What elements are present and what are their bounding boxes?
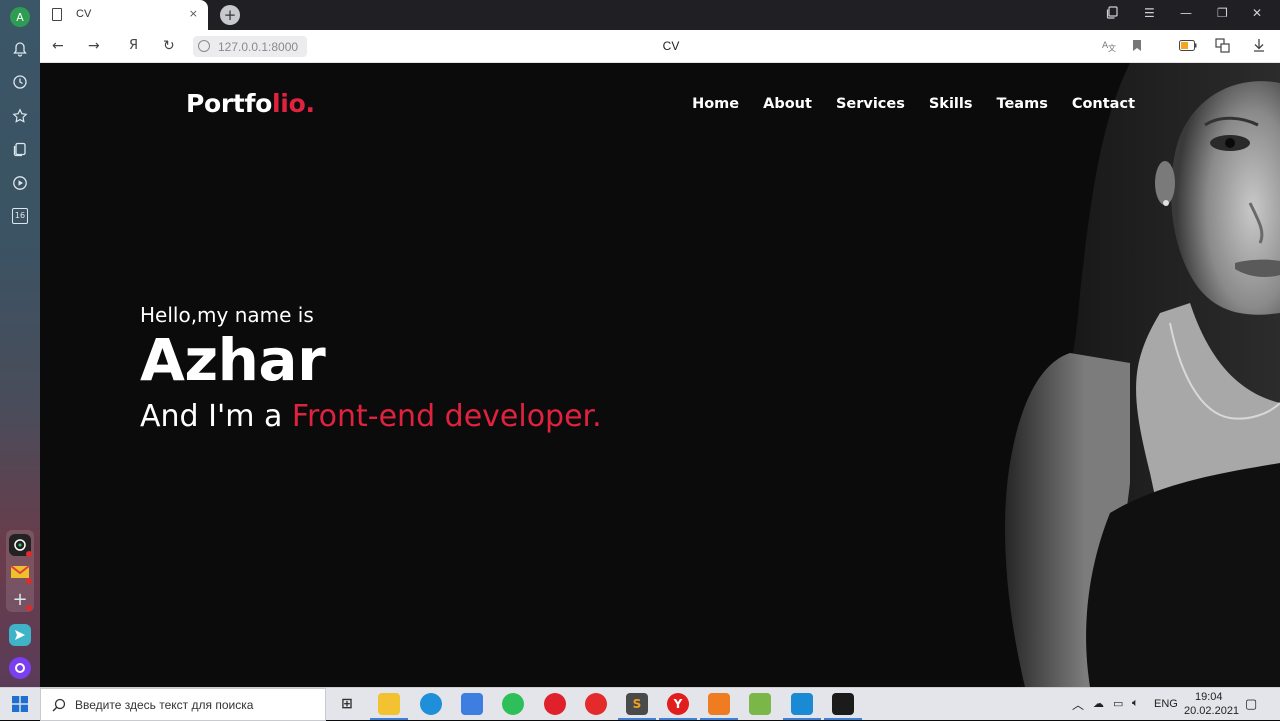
xampp-icon[interactable] xyxy=(708,693,730,715)
vscode-icon[interactable] xyxy=(791,693,813,715)
tab-title: CV xyxy=(76,8,92,20)
hero-greeting: Hello,my name is xyxy=(140,303,314,327)
svg-text:文: 文 xyxy=(1108,43,1116,52)
collections-icon[interactable] xyxy=(8,137,32,161)
tab-cv[interactable]: CV × xyxy=(40,0,208,30)
tray-chevron-icon[interactable]: ︿ xyxy=(1072,696,1084,713)
hero-name: Azhar xyxy=(140,326,326,394)
downloads-icon[interactable] xyxy=(1253,38,1265,55)
restore-icon[interactable]: ❐ xyxy=(1217,6,1228,20)
hero-section: Hello,my name is Azhar And I'm a Front-e… xyxy=(140,303,602,434)
windows-taskbar: Введите здесь текст для поиска ⊞ S Y ︿ ☁… xyxy=(0,687,1280,721)
nav-services[interactable]: Services xyxy=(836,96,905,112)
nav-teams[interactable]: Teams xyxy=(997,96,1048,112)
bell-icon[interactable] xyxy=(8,37,32,61)
translate-icon[interactable]: A文 xyxy=(1102,39,1116,55)
opera-icon[interactable] xyxy=(544,693,566,715)
role-accent: Front-end developer. xyxy=(291,398,602,434)
alice-assistant-icon[interactable] xyxy=(9,657,31,679)
nav-about[interactable]: About xyxy=(763,96,812,112)
mail-app-icon[interactable] xyxy=(9,561,32,584)
role-prefix: And I'm a xyxy=(140,398,292,434)
calendar-icon[interactable]: 16 xyxy=(8,204,32,228)
language-indicator[interactable]: ENG xyxy=(1154,698,1178,710)
yandex-browser-icon[interactable]: Y xyxy=(667,693,689,715)
volume-icon[interactable]: 🔈︎ xyxy=(1132,697,1139,710)
store-icon[interactable] xyxy=(461,693,483,715)
tabs-list-icon[interactable] xyxy=(1106,6,1119,22)
edge-icon[interactable] xyxy=(420,693,442,715)
add-app-icon[interactable]: + xyxy=(9,588,32,611)
clock-time[interactable]: 19:04 xyxy=(1195,691,1223,703)
site-nav: Home About Services Skills Teams Contact xyxy=(692,96,1135,112)
history-icon[interactable] xyxy=(8,70,32,94)
task-view-icon[interactable]: ⊞ xyxy=(336,693,358,715)
browser-sidebar: A 16 + xyxy=(0,0,40,687)
battery-tray-icon[interactable]: ▭ xyxy=(1113,697,1123,710)
close-window-icon[interactable]: ✕ xyxy=(1252,6,1262,20)
page-viewport: Portfolio. Home About Services Skills Te… xyxy=(40,63,1280,687)
camera-app-icon[interactable] xyxy=(9,534,32,557)
portrait-photo xyxy=(980,63,1280,687)
notifications-icon[interactable]: ▢ xyxy=(1245,696,1257,712)
windows-start-icon[interactable] xyxy=(12,696,28,712)
calendar-badge: 16 xyxy=(12,208,28,224)
logo-accent-text: lio. xyxy=(272,89,315,118)
nav-skills[interactable]: Skills xyxy=(929,96,973,112)
nav-contact[interactable]: Contact xyxy=(1072,96,1135,112)
messenger-app-icon[interactable] xyxy=(9,624,31,646)
notepad-plus-icon[interactable] xyxy=(749,693,771,715)
search-icon xyxy=(52,698,66,712)
clock-date[interactable]: 20.02.2021 xyxy=(1184,705,1239,717)
site-logo[interactable]: Portfolio. xyxy=(186,89,315,118)
battery-icon[interactable] xyxy=(1179,40,1197,54)
tab-strip: CV × + ☰ — ❐ ✕ xyxy=(40,0,1280,30)
extensions-icon[interactable] xyxy=(1215,38,1231,56)
sublime-text-icon[interactable]: S xyxy=(626,693,648,715)
search-placeholder: Введите здесь текст для поиска xyxy=(75,698,254,712)
hero-role: And I'm a Front-end developer. xyxy=(140,399,602,434)
taskbar-search[interactable]: Введите здесь текст для поиска xyxy=(40,688,326,721)
cloud-icon[interactable]: ☁ xyxy=(1093,697,1104,710)
minimize-icon[interactable]: — xyxy=(1180,6,1192,20)
yandex-app-icon[interactable] xyxy=(585,693,607,715)
menu-icon[interactable]: ☰ xyxy=(1144,6,1155,20)
nav-home[interactable]: Home xyxy=(692,96,739,112)
bookmark-icon[interactable] xyxy=(1132,39,1142,55)
profile-avatar[interactable]: A xyxy=(10,7,30,27)
whatsapp-icon[interactable] xyxy=(502,693,524,715)
logo-main-text: Portfo xyxy=(186,89,273,118)
address-bar: ← → Я ↻ 127.0.0.1:8000 CV A文 xyxy=(40,30,1280,63)
terminal-icon[interactable] xyxy=(832,693,854,715)
play-icon[interactable] xyxy=(8,171,32,195)
new-tab-button[interactable]: + xyxy=(220,5,240,25)
file-explorer-icon[interactable] xyxy=(378,693,400,715)
close-tab-icon[interactable]: × xyxy=(189,7,198,20)
address-page-title: CV xyxy=(662,39,680,53)
star-icon[interactable] xyxy=(8,104,32,128)
document-icon xyxy=(52,8,62,21)
